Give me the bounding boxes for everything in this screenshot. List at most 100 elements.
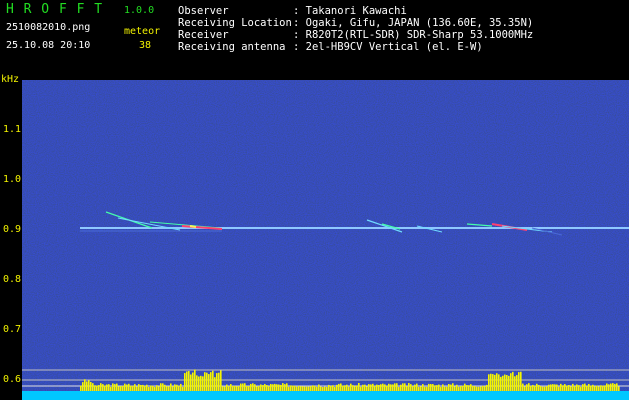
histogram-bar [162, 383, 164, 391]
count-label: meteor [124, 26, 161, 37]
histogram-bar [352, 385, 354, 391]
histogram-bar [208, 374, 210, 391]
histogram-bar [122, 385, 124, 391]
histogram-bar [402, 383, 404, 391]
histogram-bar [272, 384, 274, 391]
histogram-bar [258, 385, 260, 391]
histogram-bar [180, 383, 182, 391]
histogram-bar [332, 385, 334, 391]
meteor-echo [189, 225, 197, 228]
histogram-bar [404, 383, 406, 391]
histogram-bar [472, 385, 474, 391]
histogram-bar [106, 384, 108, 391]
info-value-receiver: : R820T2(RTL-SDR) SDR-Sharp 53.1000MHz [293, 29, 534, 41]
histogram-bar [124, 383, 126, 391]
histogram-bar [532, 384, 534, 391]
histogram-bar [516, 375, 518, 391]
histogram-bar [284, 384, 286, 391]
histogram-bar [202, 376, 204, 391]
histogram-bar [434, 385, 436, 391]
histogram-bar [500, 376, 502, 391]
histogram-bar [452, 383, 454, 391]
histogram-bar [152, 385, 154, 391]
histogram-bar [218, 372, 220, 391]
histogram-bar [614, 383, 616, 391]
histogram-bar [294, 385, 296, 391]
histogram-bar [196, 375, 198, 391]
histogram-bar [94, 385, 96, 391]
histogram-bar [206, 372, 208, 391]
histogram-bar [82, 382, 84, 391]
histogram-bar [80, 385, 82, 391]
histogram-bar [248, 386, 250, 391]
histogram-bar [482, 385, 484, 391]
histogram-bar [448, 384, 450, 391]
histogram-bar [410, 384, 412, 391]
histogram-bar [164, 384, 166, 391]
histogram-bar [596, 385, 598, 391]
histogram-bar [138, 384, 140, 391]
histogram-bar [90, 381, 92, 391]
histogram-bar [394, 383, 396, 391]
histogram-bar [234, 385, 236, 391]
histogram-bar [232, 385, 234, 391]
histogram-bar [576, 384, 578, 391]
histogram-bar [544, 386, 546, 391]
histogram-bar [378, 384, 380, 391]
histogram-bar [348, 386, 350, 391]
histogram-bar [310, 386, 312, 391]
histogram-bar [536, 383, 538, 391]
histogram-bar [564, 384, 566, 391]
histogram-bar [256, 386, 258, 391]
histogram-bar [528, 383, 530, 391]
histogram-bar [320, 386, 322, 391]
histogram-bar [562, 385, 564, 391]
info-key-receiver: Receiver [178, 29, 229, 41]
histogram-bar [278, 384, 280, 391]
histogram-bar [454, 386, 456, 391]
histogram-bar [252, 383, 254, 391]
histogram-bar [108, 384, 110, 391]
histogram-bar [518, 372, 520, 391]
histogram-bar [606, 383, 608, 391]
histogram-bar [376, 384, 378, 391]
histogram-bar [398, 386, 400, 391]
histogram-bar [560, 383, 562, 391]
histogram-bar [98, 385, 100, 391]
histogram-bar [480, 386, 482, 391]
histogram-bar [282, 383, 284, 391]
histogram-bar [100, 383, 102, 391]
info-value-location: : Ogaki, Gifu, JAPAN (136.60E, 35.35N) [293, 17, 534, 29]
histogram-bar [550, 384, 552, 391]
histogram-bar [238, 386, 240, 391]
histogram-bar [510, 373, 512, 391]
histogram-bar [546, 386, 548, 391]
histogram-bar [476, 386, 478, 391]
histogram-bar [598, 386, 600, 391]
histogram-bar [200, 375, 202, 391]
histogram-bar [316, 386, 318, 391]
histogram-bar [464, 383, 466, 391]
histogram-bar [174, 384, 176, 391]
histogram-bar [374, 385, 376, 391]
image-filename: 2510082010.png [6, 22, 91, 33]
histogram-bar [344, 385, 346, 391]
histogram-bar [220, 370, 222, 391]
histogram-bar [194, 369, 196, 391]
histogram-bar [340, 383, 342, 391]
histogram-bar [508, 375, 510, 391]
histogram-bar [526, 384, 528, 391]
histogram-bar [524, 386, 526, 391]
histogram-bar [158, 386, 160, 391]
meteor-count: 38 [139, 40, 152, 51]
histogram-bar [324, 386, 326, 391]
y-tick-label: 0.7 [3, 324, 22, 335]
histogram-bar [184, 373, 186, 391]
signal-band [22, 391, 629, 400]
histogram-bar [522, 383, 524, 391]
histogram-bar [590, 385, 592, 391]
histogram-bar [276, 384, 278, 391]
histogram-bar [84, 379, 86, 391]
histogram-bar [254, 384, 256, 391]
histogram-bar [140, 384, 142, 391]
